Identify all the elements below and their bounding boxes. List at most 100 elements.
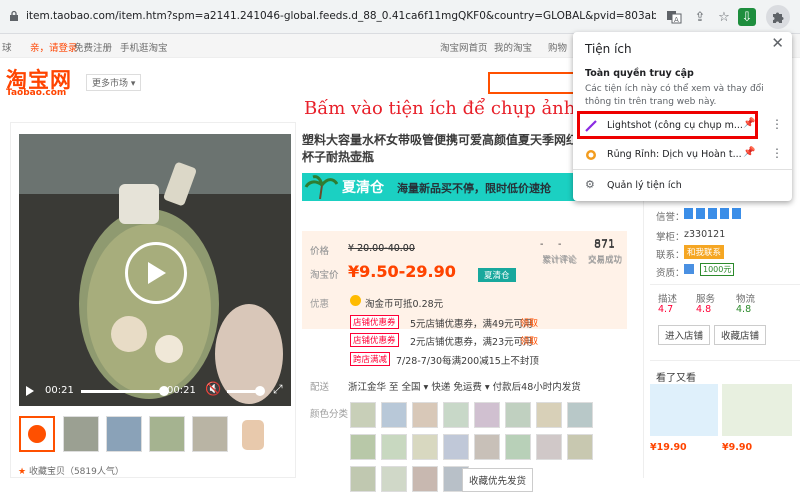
fullscreen-icon[interactable]: ⤢ bbox=[273, 382, 283, 397]
pin-icon[interactable]: 📌 bbox=[743, 147, 755, 158]
favorite-first-button[interactable]: 收藏优先发货 bbox=[462, 468, 534, 492]
contact-seller-button[interactable]: 和我联系 bbox=[684, 245, 725, 259]
reviews-label[interactable]: 累计评论 bbox=[543, 254, 577, 266]
enter-shop-button[interactable]: 进入店铺 bbox=[658, 325, 711, 345]
manage-extensions-label: Quản lý tiện ích bbox=[607, 180, 682, 191]
recommend-price: ¥19.90 bbox=[650, 442, 687, 453]
color-swatch[interactable] bbox=[536, 402, 562, 428]
reviews-count: - bbox=[558, 239, 562, 250]
promo-banner[interactable]: 夏清仓 海量新品买不停，限时低价速抢 bbox=[302, 173, 582, 201]
thumbnail-image[interactable] bbox=[235, 416, 271, 452]
color-swatch[interactable] bbox=[505, 402, 531, 428]
reviews-count: - bbox=[540, 239, 544, 250]
my-taobao-link[interactable]: 我的淘宝 bbox=[494, 40, 532, 54]
more-options-icon[interactable]: ⋮ bbox=[771, 146, 783, 160]
product-video[interactable]: 00:21 00:21 🔇 ⤢ bbox=[19, 134, 291, 406]
promo-label: 优惠 bbox=[310, 299, 330, 310]
coupon-tag: 店铺优惠券 bbox=[350, 315, 399, 329]
color-swatch[interactable] bbox=[350, 434, 376, 460]
favorite-item-link[interactable]: ★ 收藏宝贝（5819人气） bbox=[18, 464, 124, 477]
thumbnail-image[interactable] bbox=[63, 416, 99, 452]
color-swatch[interactable] bbox=[381, 434, 407, 460]
thumbnail-image[interactable] bbox=[149, 416, 185, 452]
original-price: ¥ 20.00-40.00 bbox=[348, 243, 415, 254]
extensions-puzzle-icon[interactable] bbox=[766, 5, 790, 29]
svg-text:A: A bbox=[674, 16, 679, 24]
region-selector[interactable]: 球 bbox=[2, 40, 12, 54]
banner-title: 夏清仓 bbox=[342, 180, 384, 196]
bookmark-star-icon[interactable]: ☆ bbox=[714, 7, 734, 27]
shopkeeper-name[interactable]: z330121 bbox=[684, 229, 725, 240]
login-link[interactable]: 亲，请登录 bbox=[30, 40, 78, 54]
cart-link[interactable]: 购物 bbox=[548, 40, 567, 54]
color-swatch[interactable] bbox=[412, 434, 438, 460]
color-swatch[interactable] bbox=[412, 402, 438, 428]
score-label: 服务 bbox=[696, 294, 716, 305]
extension-name: Rủng Rỉnh: Dịch vụ Hoàn t... bbox=[607, 149, 742, 160]
credit-crowns-icon bbox=[684, 208, 742, 219]
play-icon bbox=[148, 262, 166, 284]
credit-label: 信誉： bbox=[656, 212, 685, 223]
score-value: 4.7 bbox=[658, 304, 674, 315]
color-label: 颜色分类 bbox=[310, 409, 349, 420]
share-icon[interactable]: ⇪ bbox=[690, 7, 710, 27]
get-coupon-1-link[interactable]: 领取 bbox=[520, 316, 538, 329]
coupon-1: 5元店铺优惠券，满49元可用 bbox=[410, 319, 533, 330]
color-swatch[interactable] bbox=[474, 402, 500, 428]
lock-icon[interactable] bbox=[8, 10, 20, 22]
color-swatch[interactable] bbox=[474, 434, 500, 460]
color-swatch[interactable] bbox=[412, 466, 438, 492]
more-markets-label: 更多市场 bbox=[92, 79, 129, 89]
shipping-info[interactable]: 浙江金华 至 全国 ▾ 快递 免运费 ▾ 付款后48小时内发货 bbox=[348, 379, 581, 393]
extension-item-rung-rinh[interactable]: Rủng Rỉnh: Dịch vụ Hoàn t... 📌 ⋮ bbox=[573, 143, 792, 167]
color-swatch[interactable] bbox=[443, 434, 469, 460]
full-access-heading: Toàn quyền truy cập bbox=[585, 68, 694, 79]
play-button[interactable] bbox=[125, 242, 187, 304]
video-progress-bar[interactable] bbox=[81, 390, 165, 393]
get-coupon-2-link[interactable]: 领取 bbox=[520, 334, 538, 347]
score-value: 4.8 bbox=[736, 304, 752, 315]
color-swatch[interactable] bbox=[350, 466, 376, 492]
thumbnail-image[interactable] bbox=[192, 416, 228, 452]
search-box[interactable] bbox=[488, 72, 578, 94]
close-icon[interactable]: ✕ bbox=[771, 34, 784, 52]
color-swatch[interactable] bbox=[443, 402, 469, 428]
color-swatch[interactable] bbox=[381, 402, 407, 428]
manage-extensions-item[interactable]: ⚙ Quản lý tiện ích bbox=[573, 174, 792, 198]
more-options-icon[interactable]: ⋮ bbox=[771, 117, 783, 131]
full-reduction-text: 7/28-7/30每满200减15上不封顶 bbox=[396, 356, 539, 367]
sold-label: 交易成功 bbox=[588, 256, 623, 266]
color-swatch[interactable] bbox=[567, 402, 593, 428]
taobao-price-label: 淘宝价 bbox=[310, 270, 339, 281]
palm-tree-icon bbox=[304, 175, 338, 199]
recommend-price: ¥9.90 bbox=[722, 442, 753, 453]
mute-icon[interactable]: 🔇 bbox=[205, 382, 221, 397]
color-swatch[interactable] bbox=[350, 402, 376, 428]
current-price: ¥9.50-29.90 bbox=[348, 262, 456, 281]
register-link[interactable]: 免费注册 bbox=[74, 40, 112, 54]
clearance-tag: 夏清仓 bbox=[478, 268, 516, 282]
mobile-taobao-link[interactable]: 手机逛淘宝 bbox=[120, 40, 168, 54]
color-swatch[interactable] bbox=[536, 434, 562, 460]
thumbnail-video[interactable] bbox=[19, 416, 55, 452]
color-swatch[interactable] bbox=[505, 434, 531, 460]
play-small-icon[interactable] bbox=[25, 385, 35, 397]
taobao-home-link[interactable]: 淘宝网首页 bbox=[440, 40, 488, 54]
shopkeeper-label: 掌柜： bbox=[656, 232, 685, 243]
color-swatch[interactable] bbox=[567, 434, 593, 460]
rung-rinh-icon bbox=[586, 150, 596, 160]
translate-icon[interactable]: A bbox=[664, 7, 684, 27]
more-markets-dropdown[interactable]: 更多市场 ▾ bbox=[86, 74, 142, 91]
video-time-total: 00:21 bbox=[167, 385, 196, 396]
score-label: 描述 bbox=[658, 294, 678, 305]
volume-handle[interactable] bbox=[255, 386, 265, 396]
color-swatch[interactable] bbox=[381, 466, 407, 492]
recommend-item-image[interactable] bbox=[650, 384, 718, 436]
score-value: 4.8 bbox=[696, 304, 712, 315]
coupon-2: 2元店铺优惠券，满23元可用 bbox=[410, 337, 533, 348]
download-extension-icon[interactable]: ⇩ bbox=[738, 8, 756, 26]
thumbnail-image[interactable] bbox=[106, 416, 142, 452]
recommend-item-image[interactable] bbox=[722, 384, 792, 436]
favorite-shop-button[interactable]: 收藏店铺 bbox=[714, 325, 767, 345]
address-bar[interactable]: item.taobao.com/item.htm?spm=a2141.24104… bbox=[26, 10, 656, 22]
